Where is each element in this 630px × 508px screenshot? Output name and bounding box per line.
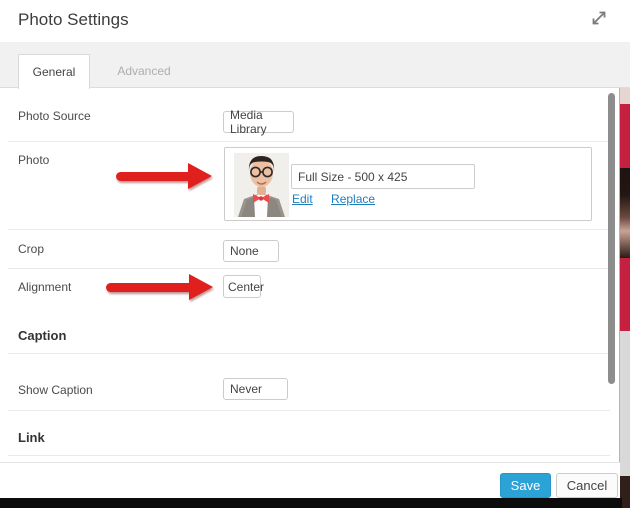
photo-thumbnail [234, 153, 289, 217]
photo-label: Photo [18, 153, 49, 167]
dialog-footer: Save Cancel [0, 462, 620, 498]
photo-size-value: Full Size - 500 x 425 [298, 170, 407, 184]
photo-size-select[interactable]: Full Size - 500 x 425 [291, 164, 475, 189]
background-segment [619, 104, 630, 168]
photo-source-select[interactable]: Media Library [223, 111, 294, 133]
photo-links: Edit Replace [292, 192, 375, 206]
row-divider [8, 410, 610, 411]
dialog-header: Photo Settings [0, 0, 620, 42]
edit-link[interactable]: Edit [292, 192, 313, 206]
caption-section-heading: Caption [18, 328, 66, 343]
photo-source-label: Photo Source [18, 109, 91, 123]
bottom-edge-bar [0, 498, 622, 508]
alignment-label: Alignment [18, 280, 71, 294]
row-divider [8, 229, 610, 230]
dialog-title: Photo Settings [18, 10, 129, 30]
background-segment [619, 331, 630, 476]
save-button[interactable]: Save [500, 473, 551, 498]
annotation-arrow-photo [116, 163, 212, 189]
tab-bar: General Advanced [0, 42, 630, 88]
section-divider [8, 353, 610, 354]
photo-settings-dialog: Photo Settings General Advanced Photo So… [0, 0, 620, 498]
crop-value: None [230, 244, 259, 258]
background-page-strip [619, 88, 630, 508]
tab-advanced[interactable]: Advanced [108, 54, 180, 88]
alignment-select[interactable]: Center [223, 275, 261, 298]
screen: Photo Settings General Advanced Photo So… [0, 0, 630, 508]
crop-select[interactable]: None [223, 240, 279, 262]
show-caption-label: Show Caption [18, 383, 93, 397]
crop-label: Crop [18, 242, 44, 256]
background-segment [619, 168, 630, 258]
photo-preview-panel: Full Size - 500 x 425 Edit Replace [224, 147, 592, 221]
show-caption-select[interactable]: Never [223, 378, 288, 400]
expand-icon[interactable] [589, 8, 609, 28]
tab-general[interactable]: General [18, 54, 90, 89]
link-section-heading: Link [18, 430, 45, 445]
photo-source-value: Media Library [230, 108, 293, 136]
arrow-head [188, 163, 212, 189]
arrow-tail [106, 283, 189, 292]
row-divider [8, 268, 610, 269]
arrow-head [189, 274, 213, 300]
section-divider [8, 455, 610, 456]
row-divider [8, 141, 610, 142]
tab-advanced-label: Advanced [117, 64, 170, 78]
background-segment [619, 258, 630, 331]
arrow-tail [116, 172, 188, 181]
tab-general-label: General [33, 65, 76, 79]
background-segment [619, 88, 630, 104]
replace-link[interactable]: Replace [331, 192, 375, 206]
annotation-arrow-alignment [106, 274, 213, 300]
alignment-value: Center [228, 280, 264, 294]
show-caption-value: Never [230, 382, 262, 396]
scrollbar-thumb[interactable] [608, 93, 615, 384]
cancel-button[interactable]: Cancel [556, 473, 618, 498]
